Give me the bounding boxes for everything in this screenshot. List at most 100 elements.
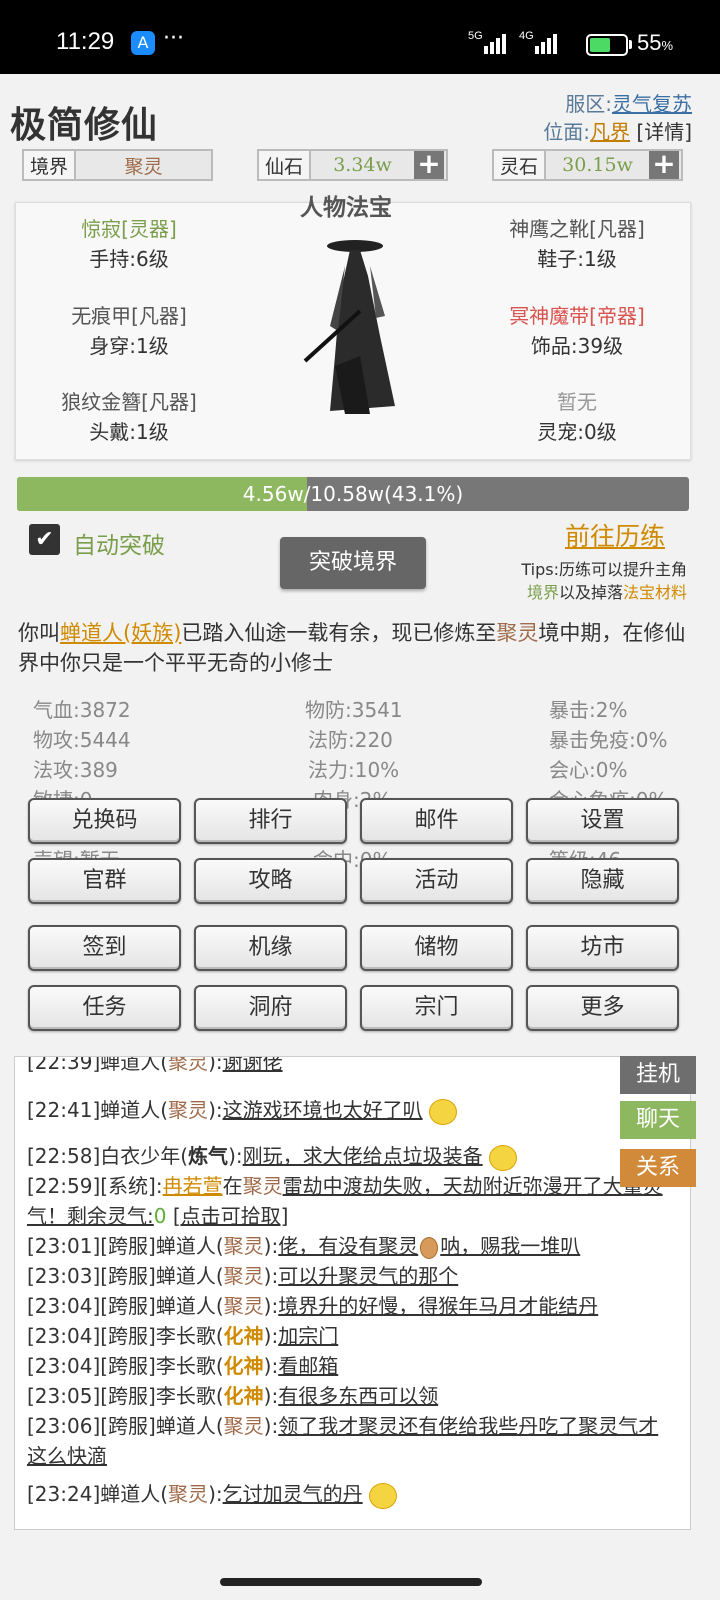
- guide-button[interactable]: 攻略: [194, 858, 347, 904]
- zone-link[interactable]: 凡界: [590, 120, 630, 144]
- boots-slot[interactable]: 神鹰之靴[凡器] 鞋子:1级: [462, 214, 692, 274]
- event-button[interactable]: 活动: [360, 858, 513, 904]
- add-xianshi-button[interactable]: +: [414, 150, 444, 179]
- chat-realm: 聚灵: [168, 1482, 209, 1506]
- chat-player[interactable]: 蝉道人: [156, 1294, 216, 1318]
- chat-realm: 聚灵: [168, 1098, 209, 1122]
- market-button[interactable]: 坊市: [526, 925, 679, 971]
- tips-line-2: 境界以及掉落法宝材料: [527, 579, 687, 603]
- chat-realm: 聚灵: [242, 1174, 283, 1198]
- chat-message: [23:04][跨服]李长歌(化神):看邮箱: [27, 1354, 339, 1378]
- chat-message: [23:04][跨服]李长歌(化神):加宗门: [27, 1324, 339, 1348]
- accessory-slot[interactable]: 冥神魔带[帝器] 饰品:39级: [462, 301, 692, 361]
- chat-player[interactable]: 李长歌: [156, 1324, 216, 1348]
- chat-player[interactable]: 蝉道人: [156, 1264, 216, 1288]
- settings-button[interactable]: 设置: [526, 798, 679, 844]
- chat-message: [23:01][跨服]蝉道人(聚灵):佬，有没有聚灵 呐，赐我一堆叭: [27, 1234, 581, 1259]
- egg-icon: [420, 1236, 439, 1259]
- progress-text: 4.56w/10.58w(43.1%): [242, 482, 464, 506]
- chat-player[interactable]: 李长歌: [156, 1384, 216, 1408]
- battery-unit: %: [661, 38, 674, 53]
- chat-message: [23:04][跨服]蝉道人(聚灵):境界升的好慢，得猴年马月才能结丹: [27, 1294, 599, 1318]
- xianshi-value: 3.34w: [333, 154, 392, 176]
- chat-player[interactable]: 李长歌: [156, 1354, 216, 1378]
- stat-heart: 会心:0%: [549, 758, 628, 782]
- tips-mid: 以及掉落: [558, 583, 623, 602]
- accessory-name: 冥神魔带[帝器]: [509, 304, 645, 328]
- weapon-level: 手持:6级: [89, 247, 169, 271]
- stat-mdef: 法防:220: [308, 728, 393, 752]
- chat-text: 呐，赐我一堆叭: [440, 1234, 581, 1258]
- chat-tag: [系统]:: [100, 1174, 163, 1198]
- chat-message: [23:03][跨服]蝉道人(聚灵):可以升聚灵气的那个: [27, 1264, 459, 1288]
- relation-button[interactable]: 关系: [620, 1149, 696, 1187]
- breakthrough-button[interactable]: 突破境界: [280, 537, 426, 589]
- storage-button[interactable]: 储物: [360, 925, 513, 971]
- auto-breakthrough-label[interactable]: 自动突破: [73, 526, 165, 560]
- chat-player[interactable]: 白衣少年: [100, 1144, 180, 1168]
- chat-text: 刚玩，求大佬给点垃圾装备: [242, 1144, 483, 1168]
- official-group-button[interactable]: 官群: [28, 858, 181, 904]
- chat-time: [22:59]: [27, 1174, 101, 1198]
- goto-training-link[interactable]: 前往历练: [565, 517, 665, 553]
- ranking-button[interactable]: 排行: [194, 798, 347, 844]
- lingshi-label: 灵石: [494, 151, 547, 179]
- chat-player[interactable]: 蝉道人: [156, 1414, 216, 1438]
- lingshi-value: 30.15w: [562, 154, 633, 176]
- chat-time: [23:05]: [27, 1384, 101, 1408]
- idle-button[interactable]: 挂机: [620, 1056, 696, 1094]
- weapon-slot[interactable]: 惊寂[灵器] 手持:6级: [14, 214, 244, 274]
- more-button[interactable]: 更多: [526, 985, 679, 1031]
- chat-player[interactable]: 蝉道人: [156, 1234, 216, 1258]
- signin-button[interactable]: 签到: [28, 925, 181, 971]
- chat-tab-button[interactable]: 聊天: [620, 1101, 696, 1139]
- boots-level: 鞋子:1级: [537, 247, 617, 271]
- chat-message: [23:06][跨服]蝉道人(聚灵):领了我才聚灵还有佬给我些丹吃了聚灵气才这么…: [27, 1414, 659, 1468]
- redeem-code-button[interactable]: 兑换码: [28, 798, 181, 844]
- hide-button[interactable]: 隐藏: [526, 858, 679, 904]
- detail-link[interactable]: [详情]: [636, 120, 692, 144]
- intro-p1: 你叫: [18, 621, 60, 645]
- task-button[interactable]: 任务: [28, 985, 181, 1031]
- network-4g-label: 4G: [519, 30, 534, 42]
- battery-percent: 55%: [637, 30, 673, 56]
- realm-label: 境界: [24, 151, 77, 179]
- chat-player[interactable]: 蝉道人: [100, 1098, 160, 1122]
- auto-breakthrough-checkbox[interactable]: ✔: [29, 524, 60, 555]
- chat-message: [22:39]蝉道人(聚灵):谢谢佬: [27, 1057, 667, 1077]
- chance-button[interactable]: 机缘: [194, 925, 347, 971]
- chat-realm: 化神: [223, 1384, 264, 1408]
- battery-icon: [586, 34, 628, 56]
- pickup-link[interactable]: [点击可拾取]: [173, 1204, 289, 1228]
- chat-realm: 聚灵: [223, 1294, 264, 1318]
- cave-button[interactable]: 洞府: [194, 985, 347, 1031]
- chat-tag: [跨服]: [100, 1414, 156, 1438]
- mail-button[interactable]: 邮件: [360, 798, 513, 844]
- stat-critres: 暴击免疫:0%: [549, 728, 668, 752]
- chat-realm: 炼气: [188, 1144, 229, 1168]
- chat-message: [22:41]蝉道人(聚灵):这游戏环境也太好了叭: [27, 1095, 667, 1125]
- lingshi-box: 灵石 30.15w +: [492, 149, 683, 181]
- chat-player[interactable]: 蝉道人: [100, 1057, 160, 1074]
- pet-name: 暂无: [557, 390, 597, 414]
- sect-button[interactable]: 宗门: [360, 985, 513, 1031]
- chat-panel[interactable]: [22:39]蝉道人(聚灵):谢谢佬 [22:41]蝉道人(聚灵):这游戏环境也…: [14, 1056, 691, 1530]
- more-notifications-icon: ···: [163, 26, 184, 51]
- pet-slot[interactable]: 暂无 灵宠:0级: [462, 387, 692, 447]
- add-lingshi-button[interactable]: +: [649, 150, 679, 179]
- chat-time: [23:01]: [27, 1234, 101, 1258]
- chat-system-message: [22:59][系统]:冉若萱在聚灵雷劫中渡劫失败，天劫附近弥漫开了大量灵气！剩…: [27, 1171, 667, 1231]
- emoji-icon: [368, 1482, 397, 1509]
- character-name-link[interactable]: 蝉道人(妖族): [60, 621, 181, 645]
- chat-player[interactable]: 蝉道人: [100, 1482, 160, 1506]
- armor-slot[interactable]: 无痕甲[凡器] 身穿:1级: [14, 301, 244, 361]
- chat-message: [23:24]蝉道人(聚灵):乞讨加灵气的丹: [27, 1479, 667, 1509]
- chat-tag: [跨服]: [100, 1354, 156, 1378]
- home-indicator[interactable]: [220, 1578, 482, 1586]
- chat-tag: [跨服]: [100, 1384, 156, 1408]
- helmet-slot[interactable]: 狼纹金簪[凡器] 头戴:1级: [14, 387, 244, 447]
- chat-player[interactable]: 冉若萱: [163, 1174, 223, 1198]
- server-link[interactable]: 灵气复苏: [612, 92, 692, 116]
- accessory-level: 饰品:39级: [530, 334, 624, 358]
- realm-value: 聚灵: [124, 155, 163, 178]
